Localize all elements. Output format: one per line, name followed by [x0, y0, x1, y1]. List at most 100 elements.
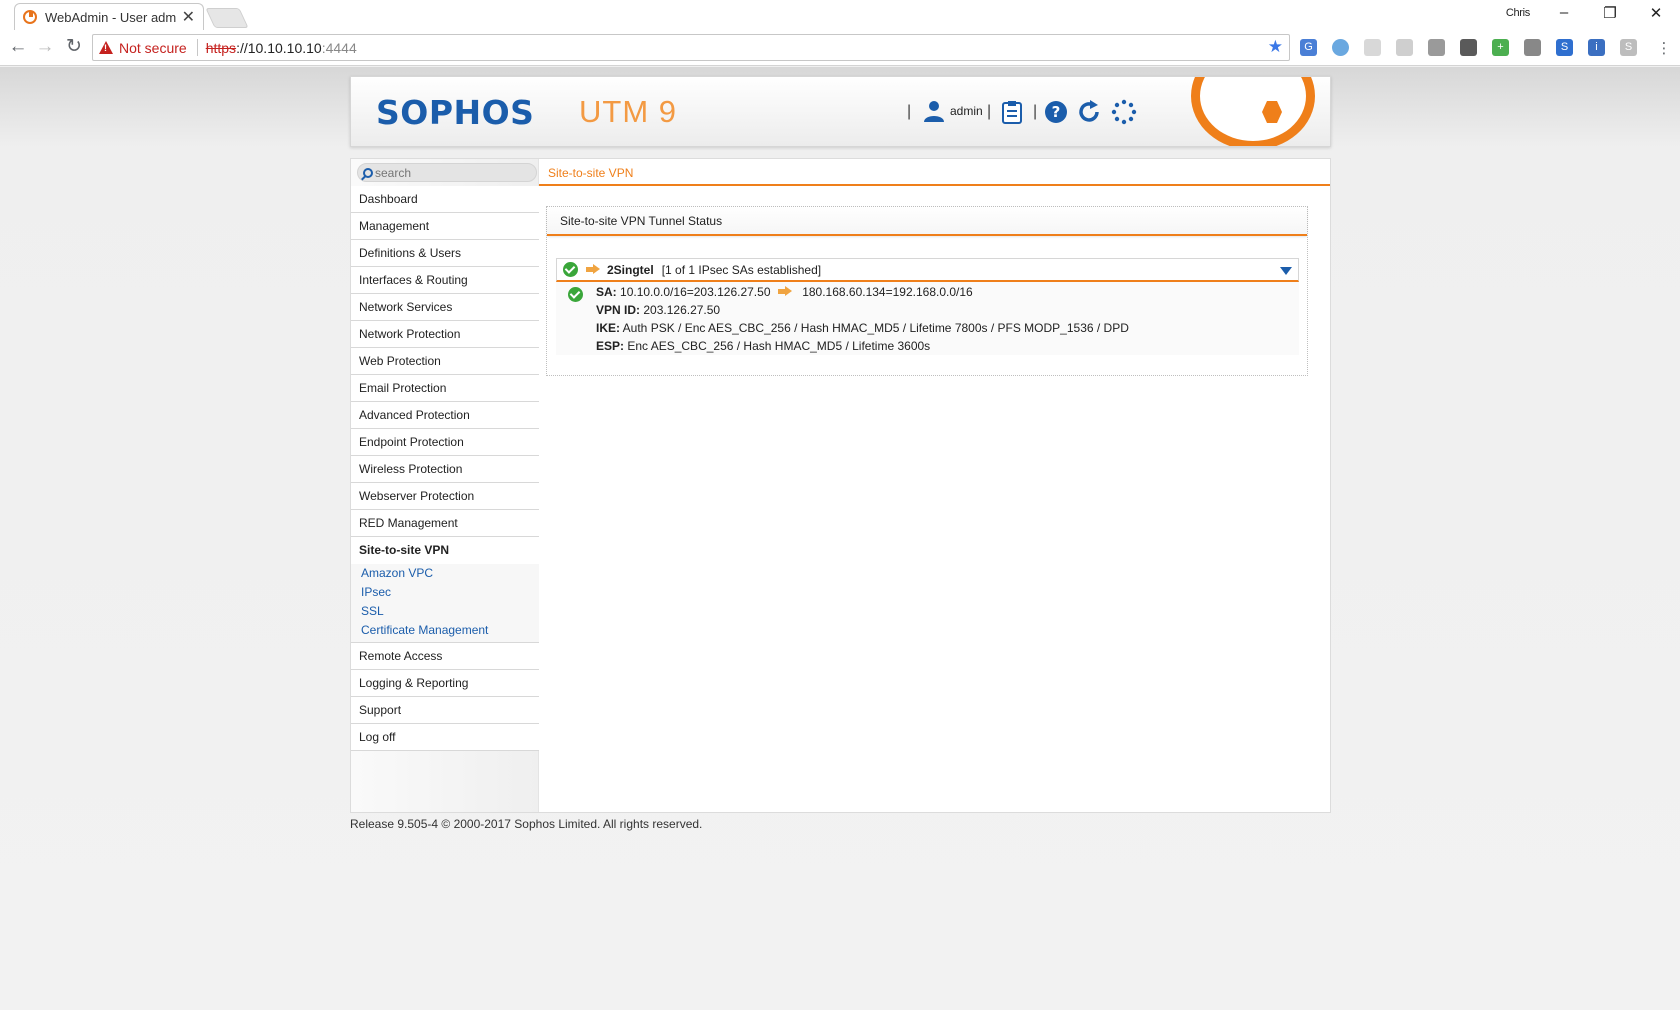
activity-spinner-icon[interactable]	[1111, 99, 1137, 125]
status-ok-icon	[563, 262, 578, 277]
vpnid-row: VPN ID: 203.126.27.50	[556, 301, 1299, 319]
sidebar-item-interfaces-and-routing[interactable]: Interfaces & Routing	[351, 267, 539, 294]
tunnel-status: [1 of 1 IPsec SAs established]	[661, 262, 822, 277]
sidebar-item-red-management[interactable]: RED Management	[351, 510, 539, 537]
user-icon[interactable]	[922, 99, 946, 123]
tunnel-header[interactable]: 2Singtel [1 of 1 IPsec SAs established]	[556, 258, 1299, 282]
minimize-icon[interactable]: –	[1552, 4, 1576, 21]
sidebar-item-dashboard[interactable]: Dashboard	[351, 186, 539, 213]
shield-extension-icon[interactable]	[1428, 39, 1445, 56]
sidebar-item-definitions-and-users[interactable]: Definitions & Users	[351, 240, 539, 267]
sophos-header: SOPHOS UTM 9 | admin | | ?	[350, 76, 1331, 147]
sidebar-menu: Dashboard Management Definitions & Users In…	[351, 186, 539, 751]
address-bar[interactable]: Not secure https :// 10.10.10.10 :4444 ★	[92, 34, 1290, 61]
new-tab-button[interactable]	[205, 8, 249, 28]
sa-label: SA:	[596, 285, 617, 299]
tab-title: WebAdmin - User admin	[45, 9, 177, 25]
help-icon[interactable]: ?	[1043, 99, 1069, 125]
sidebar-item-network-protection[interactable]: Network Protection	[351, 321, 539, 348]
emblem-hex	[1262, 101, 1282, 123]
ublock-extension-icon[interactable]	[1460, 39, 1477, 56]
sidebar-subitem-amazon-vpc[interactable]: Amazon VPC	[351, 564, 539, 583]
header-separator: |	[907, 103, 912, 120]
search-box[interactable]	[357, 163, 537, 182]
sidebar-item-site-to-site-vpn[interactable]: Site-to-site VPN	[351, 537, 539, 564]
bookmark-star-icon[interactable]: ★	[1268, 37, 1283, 57]
header-separator: |	[1033, 103, 1038, 120]
hand-extension-icon[interactable]	[1524, 39, 1541, 56]
breadcrumb: Site-to-site VPN	[539, 159, 1330, 186]
back-icon[interactable]: ←	[6, 36, 30, 58]
sophos-emblem-icon	[1191, 77, 1315, 146]
clipboard-icon[interactable]	[999, 99, 1025, 125]
sidebar-item-support[interactable]: Support	[351, 697, 539, 724]
close-tab-icon[interactable]: ✕	[182, 7, 195, 27]
omnibox-divider	[196, 39, 198, 56]
sa-arrow-icon	[777, 286, 793, 297]
sidebar-subitem-ipsec[interactable]: IPsec	[351, 583, 539, 602]
forward-icon[interactable]: →	[33, 36, 57, 58]
sidebar-item-webserver-protection[interactable]: Webserver Protection	[351, 483, 539, 510]
panel-title: Site-to-site VPN Tunnel Status	[547, 207, 1307, 236]
sidebar-item-web-protection[interactable]: Web Protection	[351, 348, 539, 375]
s-extension-icon[interactable]: S	[1556, 39, 1573, 56]
refresh-icon[interactable]	[1076, 99, 1102, 125]
reload-icon[interactable]: ↻	[62, 36, 86, 58]
plus-extension-icon[interactable]: +	[1492, 39, 1509, 56]
info-extension-icon[interactable]: i	[1588, 39, 1605, 56]
sidebar-submenu: Amazon VPC IPsec SSL Certificate Management	[351, 564, 539, 643]
warning-icon	[99, 41, 113, 54]
sidebar-item-advanced-protection[interactable]: Advanced Protection	[351, 402, 539, 429]
user-name[interactable]: admin	[950, 104, 983, 118]
sidebar-item-log-off[interactable]: Log off	[351, 724, 539, 751]
sa-ok-icon	[568, 287, 583, 302]
sidebar-item-logging-and-reporting[interactable]: Logging & Reporting	[351, 670, 539, 697]
sidebar-item-email-protection[interactable]: Email Protection	[351, 375, 539, 402]
browser-tab[interactable]: WebAdmin - User admin ✕	[14, 3, 204, 30]
sidebar-item-management[interactable]: Management	[351, 213, 539, 240]
sophos-logo: SOPHOS	[376, 93, 535, 132]
content-area: Site-to-site VPN Site-to-site VPN Tunnel…	[539, 159, 1330, 812]
search-input[interactable]	[375, 165, 525, 180]
esp-value: Enc AES_CBC_256 / Hash HMAC_MD5 / Lifeti…	[627, 339, 931, 353]
sa-right: 180.168.60.134=192.168.0.0/16	[802, 285, 973, 299]
profile-name[interactable]: Chris	[1506, 7, 1530, 19]
vpnid-value: 203.126.27.50	[643, 303, 721, 317]
close-window-icon[interactable]: ✕	[1644, 4, 1668, 22]
tunnel-arrow-icon	[586, 264, 601, 275]
tunnel-status-panel: Site-to-site VPN Tunnel Status 2Singtel …	[546, 206, 1308, 376]
profile-extension-icon[interactable]: S	[1620, 39, 1637, 56]
note-extension-icon[interactable]	[1364, 39, 1381, 56]
sa-row: SA: 10.10.0.0/16=203.126.27.50 180.168.6…	[556, 283, 1299, 302]
svg-text:?: ?	[1052, 103, 1061, 121]
sidebar-subitem-certificate-management[interactable]: Certificate Management	[351, 621, 539, 640]
url-host: 10.10.10.10	[247, 39, 322, 56]
browser-tab-strip: WebAdmin - User admin ✕ Chris – ❐ ✕	[0, 0, 1680, 30]
tunnel-name: 2Singtel	[607, 262, 654, 277]
translate-extension-icon[interactable]: G	[1300, 39, 1317, 56]
sophos-favicon-icon	[23, 10, 37, 24]
link-extension-icon[interactable]	[1396, 39, 1413, 56]
sidebar-item-remote-access[interactable]: Remote Access	[351, 643, 539, 670]
restore-icon[interactable]: ❐	[1598, 4, 1622, 22]
vpnid-label: VPN ID:	[596, 303, 641, 317]
footer-release: Release 9.505-4 © 2000-2017 Sophos Limit…	[350, 817, 703, 831]
sidebar-subitem-ssl[interactable]: SSL	[351, 602, 539, 621]
chevron-down-icon[interactable]	[1280, 267, 1292, 275]
sidebar: DashboardManagementDefinitions & UsersIn…	[351, 159, 539, 812]
sidebar-item-wireless-protection[interactable]: Wireless Protection	[351, 456, 539, 483]
tunnel-entry: 2Singtel [1 of 1 IPsec SAs established] …	[556, 258, 1299, 355]
browser-toolbar: ← → ↻ Not secure https :// 10.10.10.10 :…	[0, 30, 1680, 66]
sidebar-item-endpoint-protection[interactable]: Endpoint Protection	[351, 429, 539, 456]
ike-label: IKE:	[596, 321, 620, 335]
not-secure-label[interactable]: Not secure	[119, 40, 187, 56]
main-frame: DashboardManagementDefinitions & UsersIn…	[350, 158, 1331, 813]
url-scheme: https	[205, 39, 237, 56]
menu-icon[interactable]: ⋮	[1652, 38, 1676, 60]
cloud-extension-icon[interactable]	[1332, 39, 1349, 56]
esp-label: ESP:	[596, 339, 625, 353]
url-separator: ://	[236, 39, 248, 56]
header-separator: |	[987, 103, 992, 120]
product-name: UTM 9	[579, 94, 677, 129]
sidebar-item-network-services[interactable]: Network Services	[351, 294, 539, 321]
